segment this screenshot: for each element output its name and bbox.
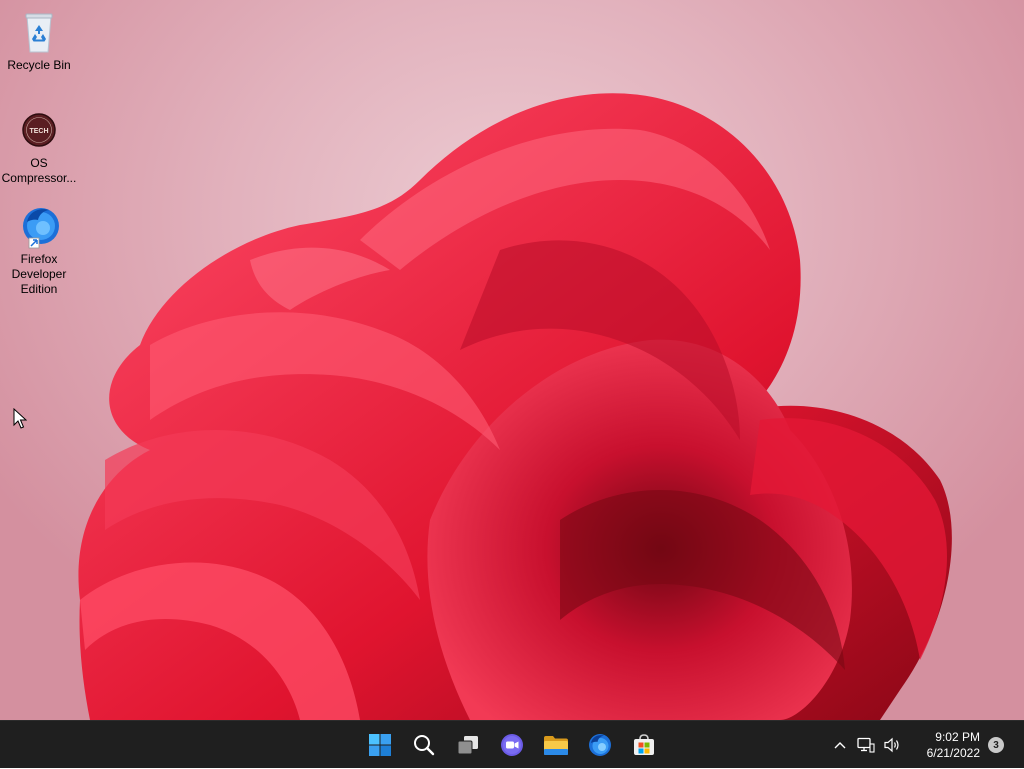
file-explorer-icon <box>544 736 568 755</box>
network-button[interactable] <box>853 725 879 765</box>
firefox-icon <box>589 734 611 756</box>
recycle-bin-icon <box>15 8 63 56</box>
notification-badge[interactable]: 3 <box>988 737 1004 753</box>
taskbar-chat-button[interactable] <box>490 725 534 765</box>
desktop[interactable]: Recycle Bin TECH OS Compressor... Firefo… <box>0 0 1024 720</box>
taskbar-store-button[interactable] <box>622 725 666 765</box>
firefox-developer-icon <box>15 202 63 250</box>
clock-time: 9:02 PM <box>935 730 980 744</box>
clock-date: 6/21/2022 <box>926 746 980 760</box>
store-icon <box>634 734 654 755</box>
taskbar: 9:02 PM 6/21/2022 3 <box>0 720 1024 768</box>
volume-icon <box>884 737 899 753</box>
wallpaper-bloom <box>78 93 952 720</box>
windows-start-icon <box>369 734 391 756</box>
desktop-icon-firefox-developer[interactable]: Firefox Developer Edition <box>0 202 78 297</box>
clock[interactable]: 9:02 PM 6/21/2022 <box>923 725 984 765</box>
os-compressor-icon: TECH <box>15 106 63 154</box>
desktop-icon-label: Firefox Developer Edition <box>11 252 67 296</box>
mouse-cursor-icon <box>13 408 27 429</box>
chevron-up-icon <box>834 742 846 749</box>
taskbar-apps <box>358 721 666 769</box>
taskbar-file-explorer-button[interactable] <box>534 725 578 765</box>
show-hidden-icons-button[interactable] <box>827 725 853 765</box>
os-compressor-logo-text: TECH <box>29 128 48 135</box>
network-icon <box>856 737 875 753</box>
system-tray: 9:02 PM 6/21/2022 3 <box>827 721 1024 769</box>
task-view-icon <box>457 736 478 755</box>
taskbar-start-button[interactable] <box>358 725 402 765</box>
taskbar-firefox-button[interactable] <box>578 725 622 765</box>
taskbar-task-view-button[interactable] <box>446 725 490 765</box>
volume-button[interactable] <box>879 725 905 765</box>
desktop-icon-os-compressor[interactable]: TECH OS Compressor... <box>0 106 78 186</box>
desktop-icon-label: OS Compressor... <box>1 156 77 185</box>
search-icon <box>414 735 435 756</box>
desktop-icon-recycle-bin[interactable]: Recycle Bin <box>0 8 78 73</box>
chat-icon <box>501 734 523 756</box>
taskbar-search-button[interactable] <box>402 725 446 765</box>
desktop-icon-label: Recycle Bin <box>7 58 71 72</box>
